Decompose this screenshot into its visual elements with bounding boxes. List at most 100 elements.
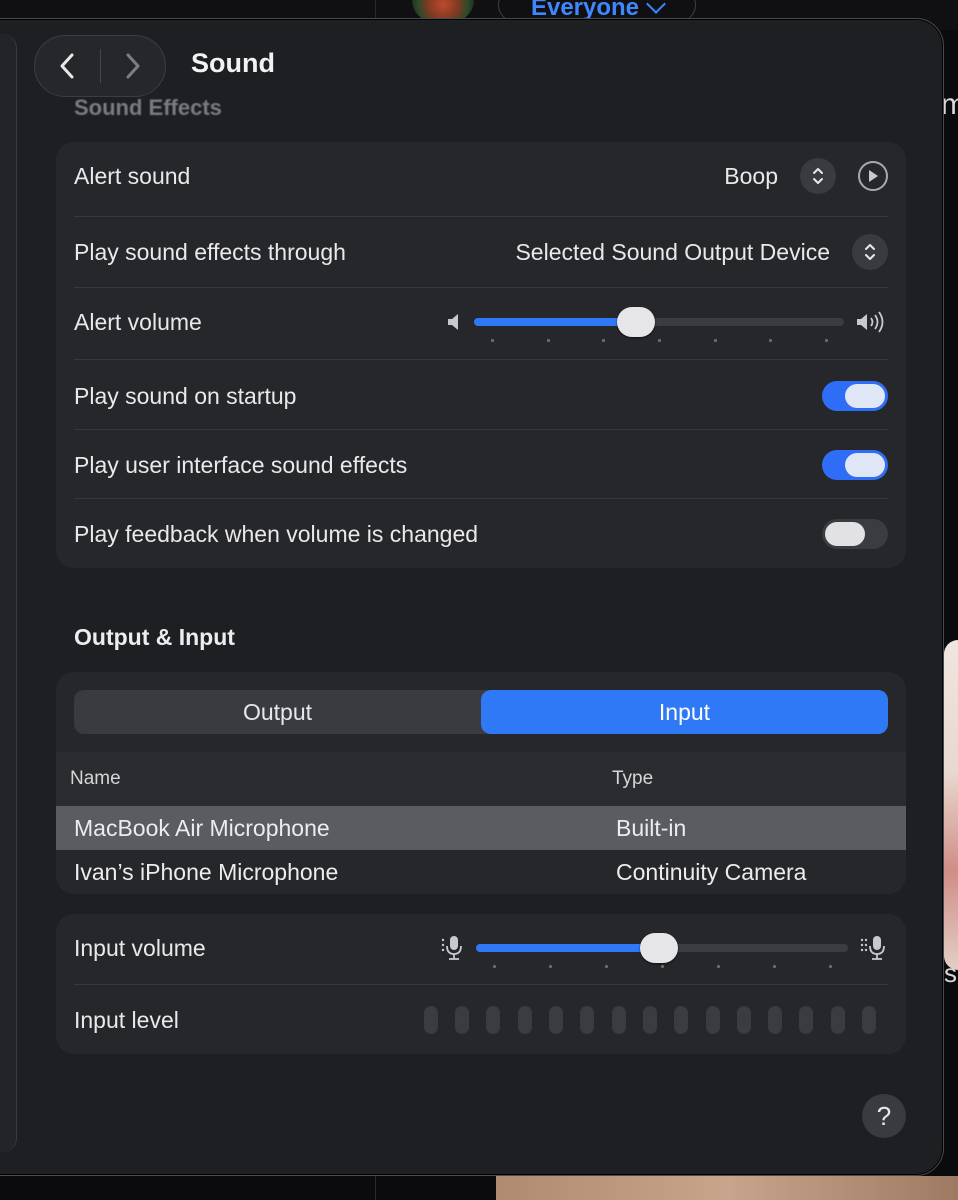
device-name: Ivan’s iPhone Microphone: [74, 858, 339, 885]
slider-tick: [605, 965, 608, 968]
level-bar: [768, 1006, 783, 1034]
play-alert-button[interactable]: [858, 161, 888, 191]
device-name: MacBook Air Microphone: [74, 814, 330, 841]
input-level-row: Input level: [74, 998, 888, 1042]
ui-sounds-label: Play user interface sound effects: [74, 451, 408, 478]
slider-tick: [769, 339, 773, 342]
tab-input[interactable]: Input: [481, 690, 888, 734]
output-input-segmented-control: Output Input: [74, 690, 888, 734]
ui-sounds-toggle[interactable]: [822, 450, 888, 480]
level-bar: [674, 1006, 689, 1034]
chevron-right-icon: [126, 53, 140, 79]
row-divider: [74, 498, 888, 499]
level-bar: [799, 1006, 814, 1034]
input-level-label: Input level: [74, 1006, 179, 1033]
table-row[interactable]: MacBook Air Microphone Built-in: [56, 806, 906, 850]
slider-thumb[interactable]: [639, 933, 678, 963]
slider-tick: [713, 339, 717, 342]
input-level-meter: [423, 1006, 876, 1034]
help-button[interactable]: ?: [862, 1094, 906, 1138]
level-bar: [736, 1006, 751, 1034]
level-bar: [642, 1006, 657, 1034]
level-bar: [705, 1006, 720, 1034]
background-photo-bottom: [496, 1176, 958, 1200]
sound-effects-card: Alert sound Boop Play sound effects thro…: [56, 142, 906, 568]
column-header-name[interactable]: Name: [70, 768, 121, 790]
microphone-low-icon: [441, 936, 462, 960]
alert-sound-label: Alert sound: [74, 162, 191, 189]
level-bar: [611, 1006, 626, 1034]
slider-fill: [476, 944, 659, 952]
table-row[interactable]: Ivan’s iPhone Microphone Continuity Came…: [56, 850, 906, 894]
startup-sound-toggle[interactable]: [822, 381, 888, 411]
slider-fill: [474, 318, 636, 326]
toggle-knob: [845, 453, 885, 477]
slider-tick: [829, 965, 832, 968]
row-divider: [74, 429, 888, 430]
volume-feedback-toggle[interactable]: [822, 519, 888, 549]
level-bar: [580, 1006, 595, 1034]
speaker-high-icon: [857, 311, 884, 333]
slider-tick: [825, 339, 828, 342]
row-divider: [74, 287, 888, 288]
input-volume-slider[interactable]: [476, 933, 848, 968]
slider-tick: [661, 965, 664, 968]
toggle-knob: [845, 384, 885, 408]
microphone-high-icon: [860, 936, 885, 960]
slider-tick: [658, 339, 661, 342]
slider-thumb[interactable]: [616, 307, 655, 337]
play-through-label: Play sound effects through: [74, 238, 346, 265]
chevron-down-icon: [646, 0, 666, 14]
output-input-card: Output Input Name Type MacBook Air Micro…: [56, 672, 906, 894]
column-header-type[interactable]: Type: [612, 768, 653, 790]
play-through-popup-button[interactable]: [852, 234, 888, 270]
row-divider: [74, 984, 888, 985]
level-bar: [549, 1006, 564, 1034]
chevron-left-icon: [60, 53, 74, 79]
background-edge-text-bottom: s: [944, 958, 957, 988]
slider-tick: [546, 339, 550, 342]
back-button[interactable]: [35, 35, 100, 97]
section-heading-sound-effects: Sound Effects: [74, 95, 222, 120]
row-divider: [74, 216, 888, 217]
input-levels-card: Input volume Input level: [56, 914, 906, 1054]
level-bar: [862, 1006, 876, 1034]
startup-sound-row: Play sound on startup: [74, 374, 888, 418]
startup-sound-label: Play sound on startup: [74, 382, 297, 409]
titlebar: [34, 34, 166, 98]
tab-output[interactable]: Output: [74, 690, 481, 734]
slider-tick: [717, 965, 720, 968]
forward-button[interactable]: [101, 35, 166, 97]
ui-sounds-row: Play user interface sound effects: [74, 443, 888, 487]
level-bar: [423, 1006, 438, 1034]
slider-tick: [493, 965, 496, 968]
alert-volume-slider[interactable]: [474, 307, 844, 342]
updown-chevron-icon: [813, 168, 823, 184]
sidebar: [0, 34, 17, 1152]
alert-volume-row: Alert volume: [74, 302, 888, 342]
slider-tick: [773, 965, 776, 968]
volume-feedback-row: Play feedback when volume is changed: [74, 512, 888, 556]
toggle-knob: [825, 522, 865, 546]
background-photo: [944, 640, 958, 970]
page-title: Sound: [191, 48, 275, 78]
level-bar: [486, 1006, 501, 1034]
volume-feedback-label: Play feedback when volume is changed: [74, 520, 479, 547]
play-through-row: Play sound effects through Selected Soun…: [74, 230, 888, 274]
section-heading-output-input: Output & Input: [74, 624, 235, 650]
alert-sound-popup-button[interactable]: [800, 158, 836, 194]
slider-tick: [549, 965, 552, 968]
updown-chevron-icon: [865, 244, 875, 260]
input-volume-label: Input volume: [74, 934, 206, 961]
alert-sound-value[interactable]: Boop: [724, 163, 778, 190]
navigation-buttons: [34, 35, 166, 97]
alert-sound-row: Alert sound Boop: [74, 154, 888, 198]
background-divider: [375, 0, 376, 20]
alert-volume-label: Alert volume: [74, 308, 202, 335]
device-table-header: Name Type: [56, 752, 906, 806]
level-bar: [517, 1006, 532, 1034]
device-type: Built-in: [616, 814, 687, 841]
play-icon: [869, 170, 878, 182]
play-through-value[interactable]: Selected Sound Output Device: [515, 239, 830, 266]
level-bar: [455, 1006, 470, 1034]
